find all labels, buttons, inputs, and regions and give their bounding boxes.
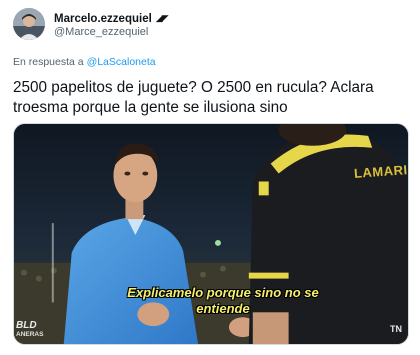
broadcast-logo: BLD [16, 320, 37, 331]
tweet-text: 2500 papelitos de juguete? O 2500 en ruc… [13, 79, 374, 116]
avatar-image [13, 8, 45, 40]
tweet-media[interactable]: LAMARI Explicamelo porque sino no se ent… [13, 123, 409, 345]
avatar[interactable] [13, 8, 45, 40]
author-name-row[interactable]: Marcelo.ezzequiel ◢◤ [54, 11, 169, 26]
name-emoji: ◢◤ [155, 13, 169, 23]
reply-prefix: En respuesta a [13, 56, 84, 68]
channel-logo: TN [390, 324, 402, 334]
tweet[interactable]: Marcelo.ezzequiel ◢◤ @Marce_ezzequiel En… [0, 0, 420, 355]
broadcast-logo-small: ANERAS [16, 331, 44, 338]
author-handle[interactable]: @Marce_ezzequiel [54, 26, 148, 38]
video-subtitle-line1: Explicamelo porque sino no se [127, 285, 319, 300]
video-subtitle-line2: entiende [196, 301, 250, 316]
author-display-name[interactable]: Marcelo.ezzequiel [54, 13, 152, 25]
reply-context: En respuesta a @LaScaloneta [13, 56, 156, 68]
reply-target-link[interactable]: @LaScaloneta [87, 56, 156, 68]
